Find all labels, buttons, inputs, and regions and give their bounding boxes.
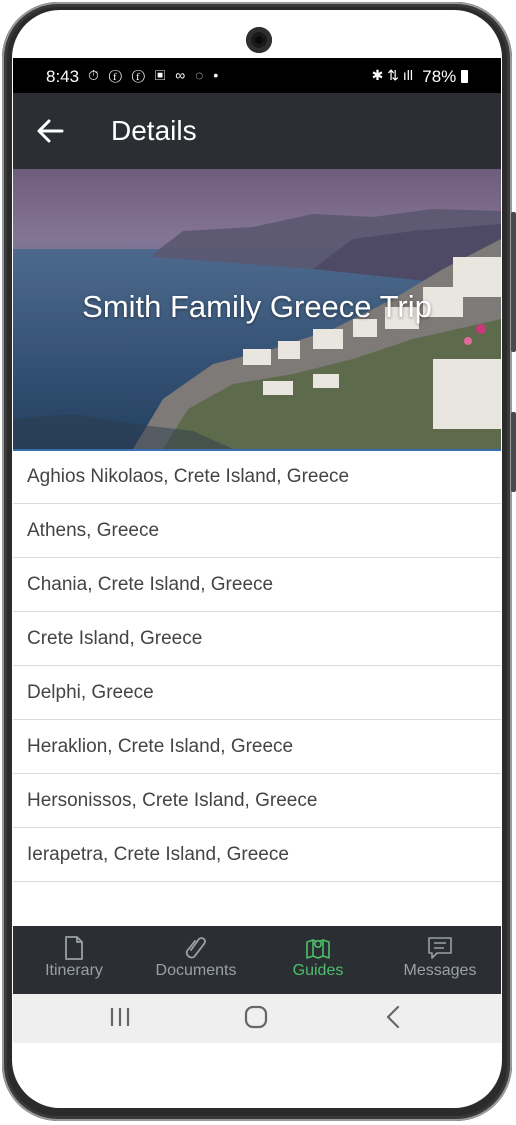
trip-title: Smith Family Greece Trip xyxy=(82,289,432,324)
recent-apps-icon[interactable] xyxy=(107,1004,133,1035)
system-nav-bar xyxy=(13,994,501,1043)
hero-image: Smith Family Greece Trip xyxy=(13,169,501,451)
list-item[interactable]: Crete Island, Greece xyxy=(13,612,501,666)
home-icon[interactable] xyxy=(243,1004,269,1035)
tab-label: Messages xyxy=(403,962,477,979)
list-item[interactable]: Heraklion, Crete Island, Greece xyxy=(13,720,501,774)
list-item[interactable]: Delphi, Greece xyxy=(13,666,501,720)
document-icon xyxy=(65,936,83,960)
status-bar: 8:43 ⏱ ⓕ ⓕ ▣ ∞ ◌ • ✱ ⇅ ıll 78% xyxy=(13,58,501,93)
volume-button xyxy=(511,212,516,352)
list-item[interactable]: Chania, Crete Island, Greece xyxy=(13,558,501,612)
back-arrow-icon[interactable] xyxy=(35,117,65,145)
back-nav-icon[interactable] xyxy=(381,1004,407,1035)
power-button xyxy=(511,412,516,492)
chat-icon xyxy=(428,937,452,959)
destination-list: Aghios Nikolaos, Crete Island, Greece At… xyxy=(13,450,501,882)
signal-icons: ✱ ⇅ ıll xyxy=(371,67,413,83)
battery-icon xyxy=(461,70,468,83)
list-item[interactable]: Hersonissos, Crete Island, Greece xyxy=(13,774,501,828)
app-bar: Details xyxy=(13,93,501,169)
tab-label: Documents xyxy=(155,962,237,979)
map-pin-icon xyxy=(306,939,330,959)
tab-guides[interactable]: Guides xyxy=(257,926,379,994)
page-title: Details xyxy=(111,115,197,146)
list-item[interactable]: Athens, Greece xyxy=(13,504,501,558)
battery-status: 78% xyxy=(422,67,468,87)
battery-percent: 78% xyxy=(422,67,457,86)
notification-icons: ⏱ ⓕ ⓕ ▣ ∞ ◌ • xyxy=(88,67,222,83)
bottom-tab-bar: Itinerary Documents Guides Messages xyxy=(13,926,501,994)
tab-messages[interactable]: Messages xyxy=(379,926,501,994)
list-item[interactable]: Ierapetra, Crete Island, Greece xyxy=(13,828,501,882)
screen: 8:43 ⏱ ⓕ ⓕ ▣ ∞ ◌ • ✱ ⇅ ıll 78% Details S… xyxy=(13,58,501,1043)
front-camera xyxy=(246,27,272,53)
status-time: 8:43 xyxy=(46,67,80,86)
tab-label: Itinerary xyxy=(45,962,103,979)
paperclip-icon xyxy=(185,937,206,959)
tab-itinerary[interactable]: Itinerary xyxy=(13,926,135,994)
list-item[interactable]: Aghios Nikolaos, Crete Island, Greece xyxy=(13,450,501,504)
tab-documents[interactable]: Documents xyxy=(135,926,257,994)
tab-label: Guides xyxy=(292,962,344,979)
